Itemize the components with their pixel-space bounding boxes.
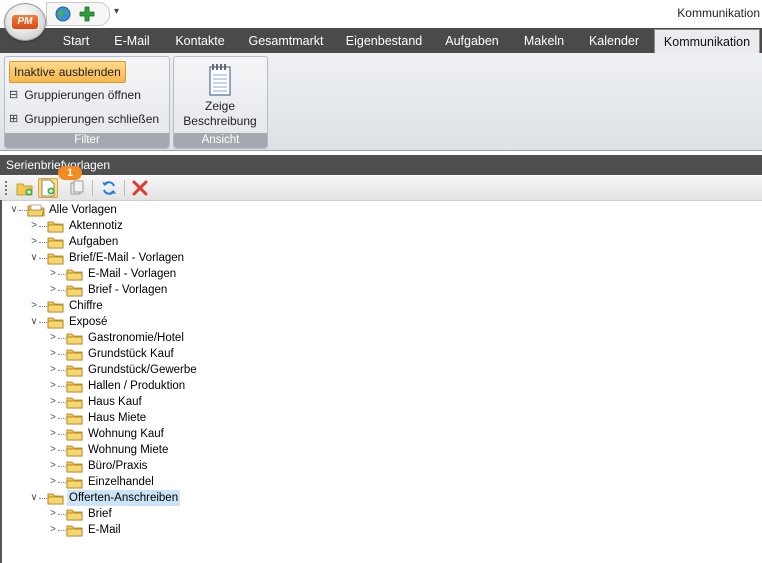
toolbar-grip[interactable] bbox=[5, 181, 7, 195]
tree-connector bbox=[58, 402, 66, 403]
tree-node-label[interactable]: Alle Vorlagen bbox=[47, 202, 119, 218]
tab-makeln[interactable]: Makeln bbox=[514, 28, 574, 53]
title-bar: PM ▾ Kommunikation bbox=[0, 0, 762, 41]
tab-gesamtmarkt[interactable]: Gesamtmarkt bbox=[240, 28, 332, 53]
tree-connector bbox=[39, 242, 47, 243]
gruppierungen-schliessen-label: Gruppierungen schließen bbox=[24, 112, 160, 126]
tab-start[interactable]: Start bbox=[52, 28, 100, 53]
tab-kontakte[interactable]: Kontakte bbox=[166, 28, 234, 53]
tab-kommunikation[interactable]: Kommunikation bbox=[654, 29, 760, 54]
ribbon-panel: Inaktive ausblenden ⊟ Gruppierungen öffn… bbox=[0, 53, 762, 151]
filter-group: Inaktive ausblenden ⊟ Gruppierungen öffn… bbox=[4, 56, 170, 149]
tree-node-label[interactable]: Wohnung Miete bbox=[86, 442, 170, 458]
zeige-beschreibung-button[interactable]: Zeige Beschreibung bbox=[174, 63, 266, 128]
inaktive-ausblenden-button[interactable]: Inaktive ausblenden bbox=[9, 61, 126, 83]
tab-email[interactable]: E-Mail bbox=[105, 28, 159, 53]
tree-node-label[interactable]: Einzelhandel bbox=[86, 474, 156, 490]
tree-node-label[interactable]: E-Mail - Vorlagen bbox=[86, 266, 178, 282]
tree-connector bbox=[58, 370, 66, 371]
filter-group-caption: Filter bbox=[5, 133, 169, 148]
tree-node-label[interactable]: Wohnung Kauf bbox=[86, 426, 166, 442]
ribbon-tab-bar: Start E-Mail Kontakte Gesamtmarkt Eigenb… bbox=[0, 28, 762, 54]
panel-border bbox=[0, 200, 2, 563]
ansicht-group-caption: Ansicht bbox=[174, 133, 267, 148]
tree-connector bbox=[39, 258, 47, 259]
tree-connector bbox=[58, 450, 66, 451]
tree-connector bbox=[58, 338, 66, 339]
toolbar-separator bbox=[124, 180, 125, 196]
tree-connector bbox=[39, 306, 47, 307]
tree-node-label[interactable]: E-Mail bbox=[86, 522, 123, 538]
panel-toolbar bbox=[0, 176, 762, 201]
tree-connector bbox=[58, 530, 66, 531]
window-title: Kommunikation bbox=[677, 6, 760, 20]
tree-connector bbox=[58, 290, 66, 291]
qat-customize-icon[interactable]: ▾ bbox=[114, 6, 119, 17]
tab-kalender[interactable]: Kalender bbox=[580, 28, 648, 53]
tree-node-label[interactable]: Büro/Praxis bbox=[86, 458, 149, 474]
tab-aufgaben[interactable]: Aufgaben bbox=[436, 28, 508, 53]
gruppierungen-oeffnen-button[interactable]: ⊟ Gruppierungen öffnen bbox=[9, 85, 141, 105]
folder-icon bbox=[66, 524, 83, 542]
copy-icon[interactable] bbox=[68, 179, 86, 197]
tree-node-label[interactable]: Offerten-Anschreiben bbox=[67, 490, 181, 506]
tree-connector bbox=[58, 418, 66, 419]
quick-access-toolbar bbox=[46, 2, 110, 26]
globe-icon[interactable] bbox=[55, 6, 71, 27]
tree-connector bbox=[58, 434, 66, 435]
tree-node-label[interactable]: Brief/E-Mail - Vorlagen bbox=[67, 250, 186, 266]
callout-badge: 1 bbox=[58, 166, 82, 180]
panel-title: Serienbriefvorlagen bbox=[0, 155, 762, 175]
tree-node-label[interactable]: Aufgaben bbox=[67, 234, 120, 250]
app-menu-button[interactable]: PM bbox=[4, 3, 46, 41]
toolbar-separator bbox=[92, 180, 93, 196]
tree-node-label[interactable]: Haus Miete bbox=[86, 410, 148, 426]
tree-node-label[interactable]: Grundstück Kauf bbox=[86, 346, 176, 362]
add-icon[interactable] bbox=[79, 6, 95, 27]
tree-node-label[interactable]: Brief bbox=[86, 506, 114, 522]
tree-node-label[interactable]: Exposé bbox=[67, 314, 109, 330]
new-template-icon[interactable] bbox=[38, 178, 58, 198]
tree-node-label[interactable]: Brief - Vorlagen bbox=[86, 282, 169, 298]
app-logo: PM bbox=[12, 15, 38, 29]
gruppierungen-oeffnen-label: Gruppierungen öffnen bbox=[24, 88, 141, 102]
tree-connector bbox=[39, 226, 47, 227]
notepad-icon bbox=[174, 63, 266, 99]
tree-connector bbox=[58, 354, 66, 355]
tree-connector bbox=[58, 482, 66, 483]
tree-node-label[interactable]: Aktennotiz bbox=[67, 218, 125, 234]
tree-connector bbox=[39, 498, 47, 499]
tree-connector bbox=[19, 210, 27, 211]
tree-connector bbox=[58, 386, 66, 387]
tab-eigenbestand[interactable]: Eigenbestand bbox=[338, 28, 430, 53]
tree-connector bbox=[39, 322, 47, 323]
tree-node-label[interactable]: Chiffre bbox=[67, 298, 105, 314]
refresh-icon[interactable] bbox=[100, 179, 118, 197]
collapse-all-icon: ⊞ bbox=[9, 113, 19, 125]
gruppierungen-schliessen-button[interactable]: ⊞ Gruppierungen schließen bbox=[9, 109, 159, 129]
beschreibung-label: Beschreibung bbox=[183, 114, 257, 128]
tree-node-label[interactable]: Grundstück/Gewerbe bbox=[86, 362, 199, 378]
ansicht-group: Zeige Beschreibung Ansicht bbox=[173, 56, 268, 149]
delete-icon[interactable] bbox=[131, 179, 149, 197]
expand-all-icon: ⊟ bbox=[9, 89, 19, 101]
tree-node-label[interactable]: Hallen / Produktion bbox=[86, 378, 187, 394]
tree-node-label[interactable]: Gastronomie/Hotel bbox=[86, 330, 186, 346]
tree-connector bbox=[58, 466, 66, 467]
tree-connector bbox=[58, 274, 66, 275]
tree-connector bbox=[58, 514, 66, 515]
tree-node-label[interactable]: Haus Kauf bbox=[86, 394, 144, 410]
zeige-label: Zeige bbox=[204, 99, 236, 113]
new-folder-icon[interactable] bbox=[16, 179, 34, 197]
